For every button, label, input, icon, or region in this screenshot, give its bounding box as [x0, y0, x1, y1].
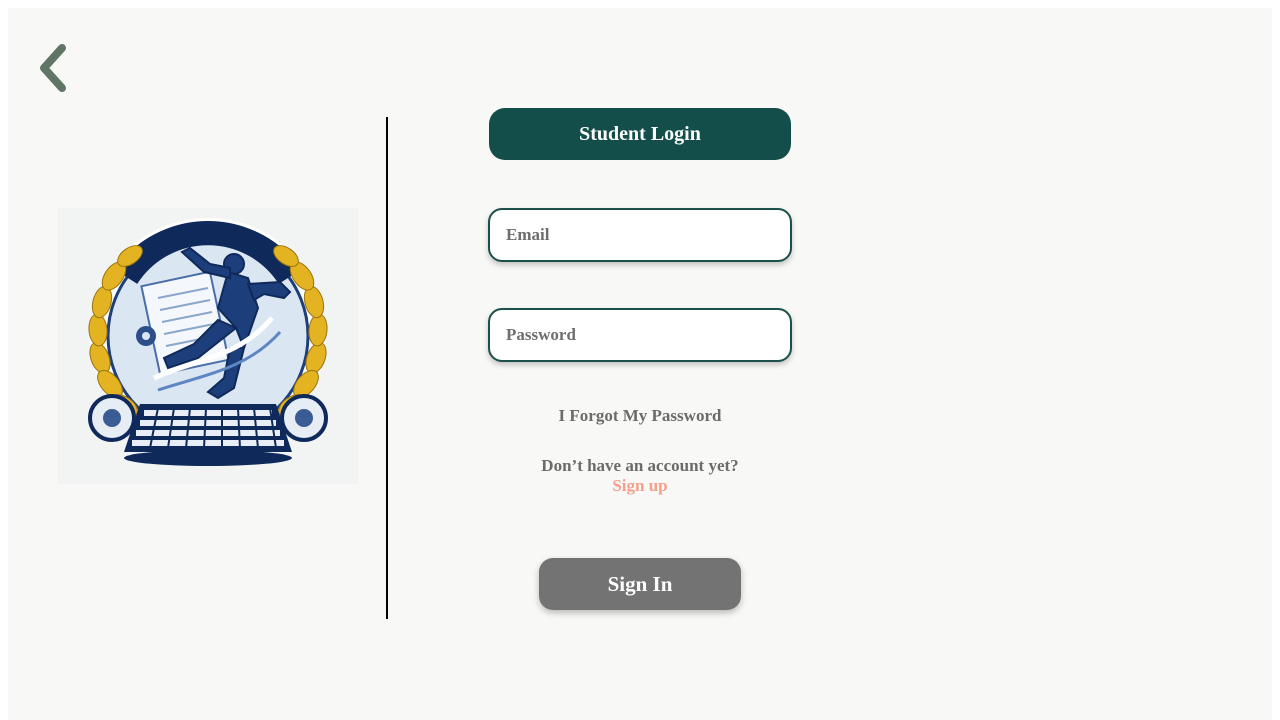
back-button[interactable]	[36, 42, 72, 94]
chevron-left-icon	[40, 44, 66, 92]
email-field[interactable]	[488, 208, 792, 262]
signup-link[interactable]: Sign up	[489, 476, 791, 496]
password-field[interactable]	[488, 308, 792, 362]
vertical-divider	[386, 117, 388, 619]
signin-button[interactable]: Sign In	[539, 558, 741, 610]
school-logo	[58, 208, 358, 484]
forgot-password-link[interactable]: I Forgot My Password	[489, 406, 791, 426]
runner-emblem-logo	[88, 218, 328, 466]
account-prompt: Don’t have an account yet?	[541, 456, 739, 475]
form-title: Student Login	[489, 108, 791, 160]
login-page: Student Login I Forgot My Password Don’t…	[8, 8, 1272, 720]
